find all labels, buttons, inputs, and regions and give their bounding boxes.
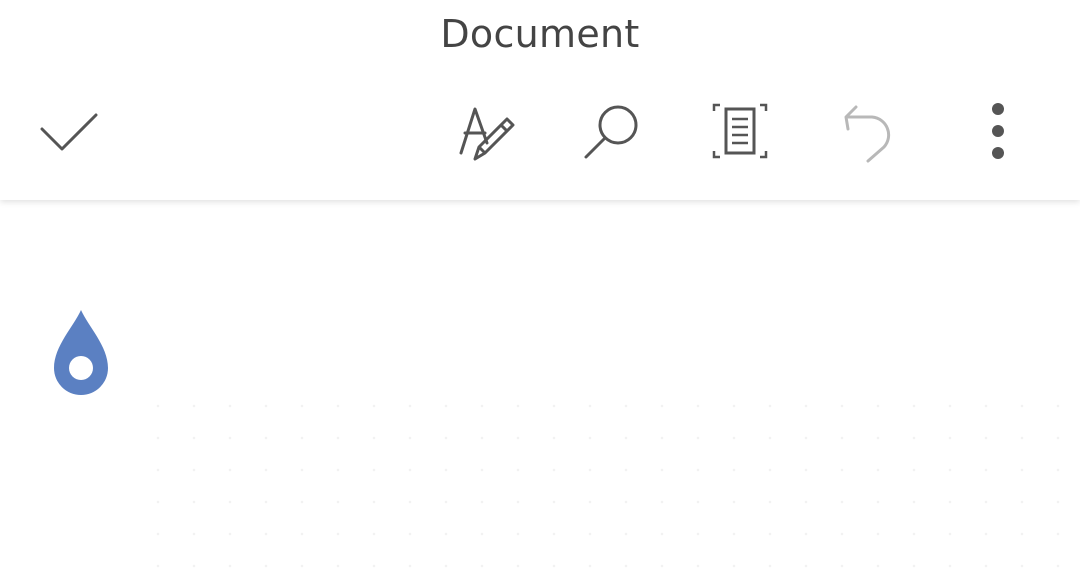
- format-button[interactable]: [455, 99, 519, 163]
- reading-view-button[interactable]: [708, 99, 772, 163]
- undo-icon: [844, 105, 891, 163]
- more-vertical-icon: [992, 103, 1004, 159]
- top-toolbar: Document: [0, 0, 1080, 200]
- app-window: Document: [0, 0, 1080, 568]
- text-format-pen-icon: [459, 107, 515, 161]
- undo-button[interactable]: [838, 99, 902, 163]
- search-button[interactable]: [580, 99, 644, 163]
- search-icon: [584, 105, 638, 159]
- cursor-drop-handle-icon[interactable]: [52, 308, 110, 398]
- done-button[interactable]: [36, 99, 100, 163]
- more-options-button[interactable]: [966, 99, 1030, 163]
- checkmark-icon: [40, 113, 98, 151]
- page-dot-grid: [140, 390, 1060, 568]
- reading-view-icon: [712, 103, 768, 159]
- document-title: Document: [440, 12, 640, 56]
